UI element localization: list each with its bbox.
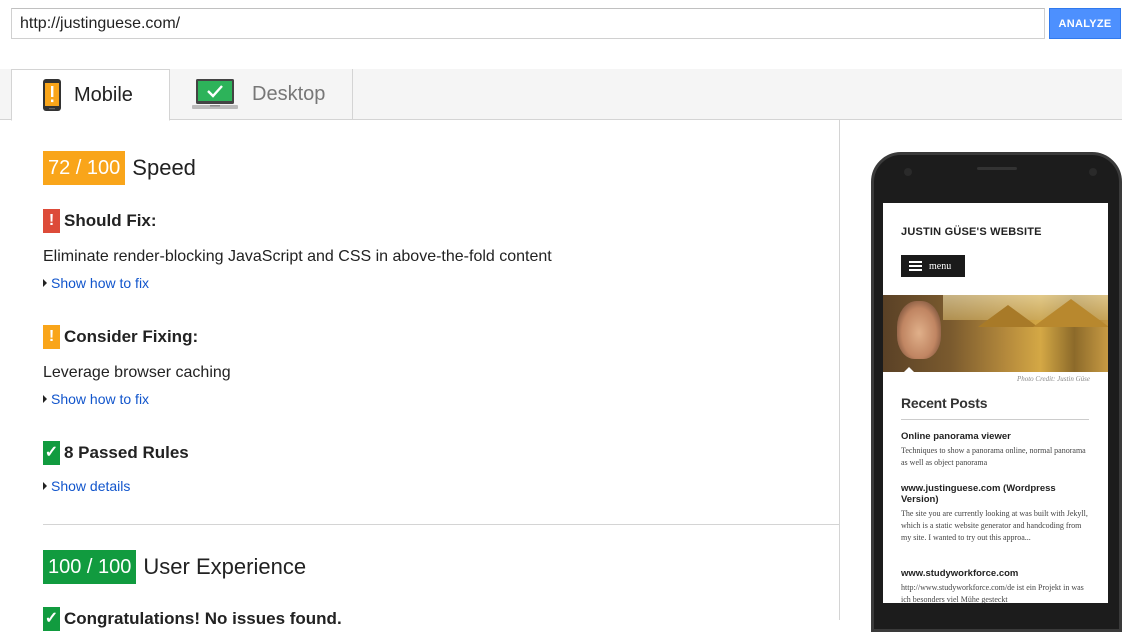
- preview-post: www.studyworkforce.com http://www.studyw…: [901, 568, 1091, 603]
- should-fix-show-link[interactable]: Show how to fix: [43, 275, 149, 291]
- consider-fixing-heading: ! Consider Fixing:: [43, 325, 198, 349]
- warning-icon: !: [43, 325, 60, 349]
- ux-congrats-heading: ✓ Congratulations! No issues found.: [43, 607, 342, 631]
- passed-rules-heading: ✓ 8 Passed Rules: [43, 441, 189, 465]
- consider-fixing-show-link[interactable]: Show how to fix: [43, 391, 149, 407]
- mobile-warning-icon: [43, 79, 61, 111]
- speed-score-row: 72 / 100 Speed: [43, 151, 196, 185]
- hamburger-icon: [909, 261, 922, 271]
- preview-post-excerpt: Techniques to show a panorama online, no…: [901, 446, 1086, 467]
- preview-menu-button: menu: [901, 255, 965, 277]
- speed-title: Speed: [132, 155, 196, 180]
- preview-recent-heading: Recent Posts: [901, 395, 988, 411]
- results-panel: 72 / 100 Speed ! Should Fix: Eliminate r…: [0, 120, 840, 631]
- passed-rules-label: 8 Passed Rules: [64, 443, 189, 462]
- tab-desktop-label: Desktop: [252, 83, 326, 105]
- passed-rules-details-link[interactable]: Show details: [43, 478, 130, 494]
- ux-congrats-label: Congratulations! No issues found.: [64, 609, 342, 628]
- check-icon: ✓: [43, 607, 60, 631]
- preview-post: www.justinguese.com (Wordpress Version) …: [901, 483, 1091, 544]
- phone-screen: JUSTIN GÜSE'S WEBSITE menu Photo Credit:…: [883, 203, 1108, 603]
- phone-sensor: [1089, 168, 1097, 176]
- preview-post-excerpt: http://www.studyworkforce.com/de ist ein…: [901, 583, 1084, 603]
- consider-fixing-rule: Leverage browser caching: [43, 364, 231, 381]
- phone-speaker: [976, 167, 1017, 170]
- preview-photo-credit: Photo Credit: Justin Güse: [1016, 375, 1090, 383]
- expand-triangle-icon: [43, 395, 47, 403]
- should-fix-label: Should Fix:: [64, 211, 157, 230]
- device-tabbar: Mobile Desktop: [0, 69, 1122, 121]
- expand-triangle-icon: [43, 279, 47, 287]
- preview-post-excerpt: The site you are currently looking at wa…: [901, 509, 1088, 542]
- phone-frame: JUSTIN GÜSE'S WEBSITE menu Photo Credit:…: [871, 152, 1122, 632]
- should-fix-link-label: Show how to fix: [51, 275, 150, 291]
- should-fix-rule: Eliminate render-blocking JavaScript and…: [43, 248, 552, 265]
- tab-mobile[interactable]: Mobile: [11, 69, 170, 121]
- ux-title: User Experience: [143, 554, 307, 579]
- preview-recent-divider: [901, 419, 1089, 420]
- preview-post: Online panorama viewer Techniques to sho…: [901, 431, 1091, 469]
- ux-score-badge: 100 / 100: [43, 550, 137, 584]
- preview-hero-photo: [883, 295, 1108, 372]
- speed-score-badge: 72 / 100: [43, 151, 126, 185]
- preview-menu-label: menu: [929, 260, 952, 272]
- error-icon: !: [43, 209, 60, 233]
- desktop-check-icon: [192, 78, 238, 109]
- url-input[interactable]: [11, 8, 1045, 39]
- mobile-preview-panel: JUSTIN GÜSE'S WEBSITE menu Photo Credit:…: [841, 120, 1122, 632]
- preview-post-title: www.studyworkforce.com: [901, 568, 1019, 579]
- ux-score-row: 100 / 100 User Experience: [43, 550, 306, 584]
- preview-site-title: JUSTIN GÜSE'S WEBSITE: [901, 226, 1042, 238]
- consider-fixing-link-label: Show how to fix: [51, 391, 150, 407]
- consider-fixing-label: Consider Fixing:: [64, 327, 199, 346]
- check-icon: ✓: [43, 441, 60, 465]
- expand-triangle-icon: [43, 482, 47, 490]
- phone-camera: [904, 168, 912, 176]
- tab-mobile-label: Mobile: [74, 83, 133, 106]
- url-bar: ANALYZE: [11, 8, 1122, 40]
- section-divider: [43, 524, 840, 525]
- passed-rules-link-label: Show details: [51, 478, 131, 494]
- preview-post-title: Online panorama viewer: [901, 431, 1011, 442]
- analyze-button[interactable]: ANALYZE: [1049, 8, 1121, 39]
- preview-post-title: www.justinguese.com (Wordpress Version): [901, 483, 1056, 505]
- should-fix-heading: ! Should Fix:: [43, 209, 157, 233]
- tab-desktop[interactable]: Desktop: [170, 69, 353, 120]
